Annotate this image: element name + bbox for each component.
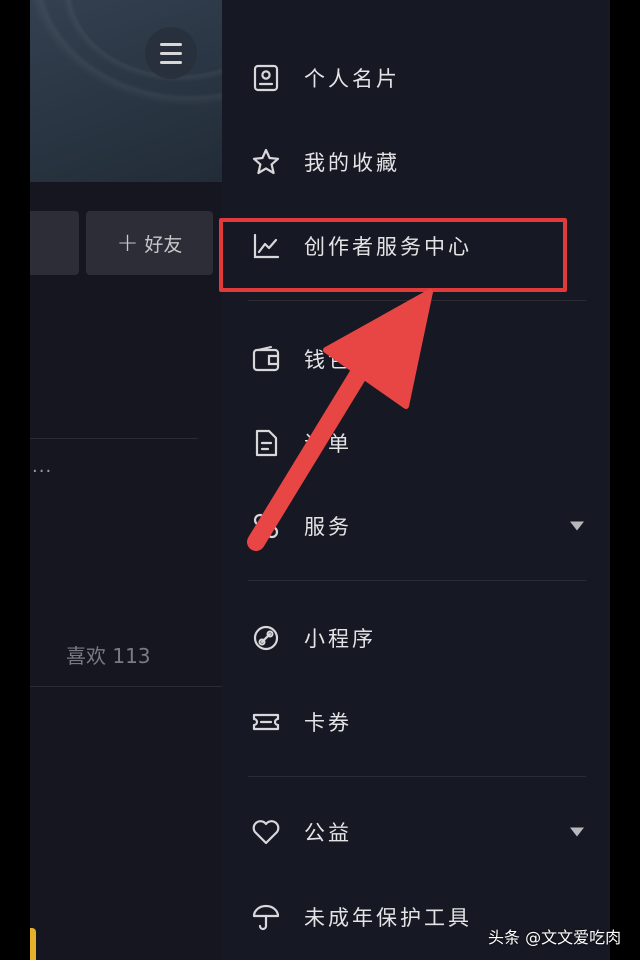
menu-item-orders[interactable]: 订单 xyxy=(222,411,610,475)
menu-item-wallet[interactable]: 钱包 xyxy=(222,327,610,391)
menu-item-label: 公益 xyxy=(304,821,352,845)
id-card-icon xyxy=(250,62,282,94)
menu-item-label: 卡券 xyxy=(304,711,352,735)
divider xyxy=(248,300,586,301)
menu-item-coupons[interactable]: 卡券 xyxy=(222,690,610,754)
profile-banner xyxy=(30,0,222,182)
divider xyxy=(30,438,198,439)
ticket-icon xyxy=(250,706,282,738)
heart-icon xyxy=(250,816,282,848)
likes-count: 喜欢 113 xyxy=(66,644,151,668)
menu-item-creator-center[interactable]: 创作者服务中心 xyxy=(222,214,610,278)
menu-item-label: 服务 xyxy=(304,515,352,539)
divider xyxy=(248,776,586,777)
app-screen: + 好友 ... 喜欢 113 个人名片 我的收藏 创作者服务中心 钱包 订单 … xyxy=(30,0,610,960)
menu-item-business-card[interactable]: 个人名片 xyxy=(222,46,610,110)
menu-item-label: 我的收藏 xyxy=(304,151,400,175)
star-icon xyxy=(250,146,282,178)
mini-program-icon xyxy=(250,622,282,654)
umbrella-icon xyxy=(250,901,282,933)
menu-button[interactable] xyxy=(145,27,197,79)
edit-profile-button[interactable] xyxy=(30,211,79,275)
add-friend-button[interactable]: + 好友 xyxy=(86,211,213,275)
caret-down-icon xyxy=(570,521,584,531)
profile-page-background: + 好友 ... 喜欢 113 xyxy=(30,0,222,960)
add-friend-label: 好友 xyxy=(144,233,183,256)
menu-item-mini-programs[interactable]: 小程序 xyxy=(222,606,610,670)
menu-item-label: 创作者服务中心 xyxy=(304,235,472,259)
menu-item-label: 未成年保护工具 xyxy=(304,906,472,930)
yellow-tab-edge xyxy=(30,928,36,960)
menu-item-label: 钱包 xyxy=(304,348,352,372)
menu-item-services[interactable]: 服务 xyxy=(222,494,610,558)
caret-down-icon xyxy=(570,827,584,837)
chart-line-icon xyxy=(250,230,282,262)
services-icon xyxy=(250,510,282,542)
wallet-icon xyxy=(250,343,282,375)
menu-item-label: 订单 xyxy=(304,432,352,456)
document-icon xyxy=(250,427,282,459)
menu-item-label: 个人名片 xyxy=(304,67,400,91)
divider xyxy=(30,686,222,687)
hamburger-icon xyxy=(160,40,182,67)
overflow-dots: ... xyxy=(32,456,53,477)
menu-item-favorites[interactable]: 我的收藏 xyxy=(222,130,610,194)
menu-item-charity[interactable]: 公益 xyxy=(222,800,610,864)
divider xyxy=(248,580,586,581)
watermark: 头条 @文文爱吃肉 xyxy=(488,928,622,947)
side-drawer: 个人名片 我的收藏 创作者服务中心 钱包 订单 服务 小程序 卡券 公益 未成年… xyxy=(219,0,610,960)
plus-icon: + xyxy=(116,228,139,258)
menu-item-label: 小程序 xyxy=(304,627,376,651)
